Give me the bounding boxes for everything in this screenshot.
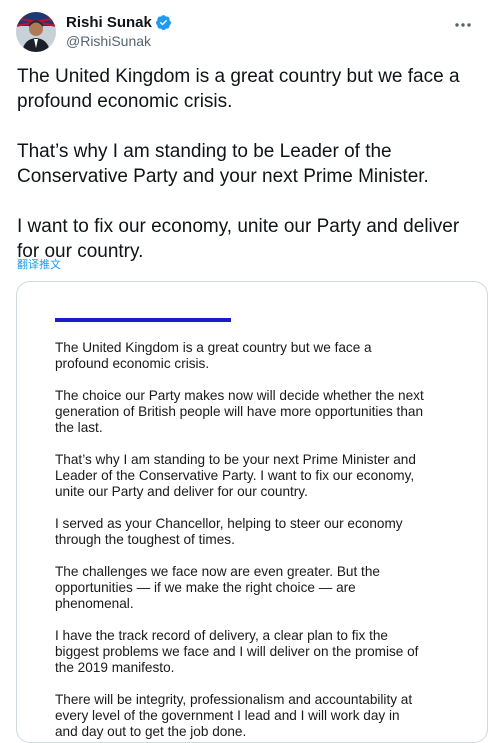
- statement-accent-bar: [55, 318, 231, 322]
- tweet-text: The United Kingdom is a great country bu…: [17, 64, 477, 264]
- user-avatar-icon: [16, 12, 56, 52]
- statement-paragraph: I served as your Chancellor, helping to …: [55, 516, 403, 547]
- tweet-paragraph: The United Kingdom is a great country bu…: [17, 66, 460, 112]
- attached-image[interactable]: The United Kingdom is a great country bu…: [16, 281, 488, 743]
- tweet-paragraph: I want to fix our economy, unite our Par…: [17, 216, 460, 262]
- statement-paragraph: The choice our Party makes now will deci…: [55, 388, 424, 435]
- more-options-icon[interactable]: [453, 16, 473, 34]
- statement-paragraph: There will be integrity, professionalism…: [55, 692, 413, 739]
- statement-paragraph: That’s why I am standing to be your next…: [55, 452, 416, 499]
- translate-tweet-link[interactable]: 翻译推文: [17, 256, 61, 272]
- statement-paragraph: The challenges we face now are even grea…: [55, 564, 380, 611]
- verified-badge-icon: [155, 15, 171, 31]
- tweet-paragraph: That’s why I am standing to be Leader of…: [17, 141, 429, 187]
- statement-paragraph: The United Kingdom is a great country bu…: [55, 340, 372, 371]
- avatar[interactable]: [16, 12, 56, 52]
- tweet-header: Rishi Sunak @RishiSunak: [16, 12, 473, 52]
- author-handle[interactable]: @RishiSunak: [66, 33, 151, 49]
- statement-text: The United Kingdom is a great country bu…: [55, 340, 425, 742]
- statement-paragraph: I have the track record of delivery, a c…: [55, 628, 419, 675]
- author-name[interactable]: Rishi Sunak: [66, 14, 152, 31]
- author-name-row: Rishi Sunak: [66, 14, 172, 31]
